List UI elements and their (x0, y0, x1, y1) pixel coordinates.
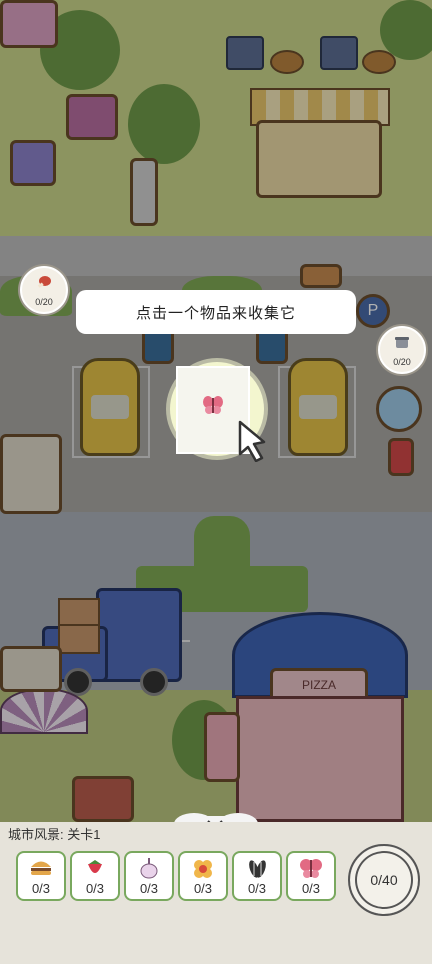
seed-icon (234, 856, 280, 880)
meat-icon (22, 273, 66, 296)
butterfly-icon (288, 856, 334, 880)
slot-count: 0/3 (193, 881, 213, 896)
collect-slot-burger[interactable]: 0/3 (16, 851, 66, 901)
collect-slot-seed[interactable]: 0/3 (232, 851, 282, 901)
tutorial-tooltip: 点击一个物品来收集它 (76, 290, 356, 334)
level-title: 城市风景: 关卡1 (8, 827, 101, 842)
slot-count: 0/3 (85, 881, 105, 896)
garlic-icon (126, 856, 172, 880)
slot-count: 0/3 (31, 881, 51, 896)
burger-icon (18, 856, 64, 880)
badge-progress: 0/20 (35, 297, 53, 307)
collect-slot-flower[interactable]: 0/3 (178, 851, 228, 901)
collect-slot-strawberry[interactable]: 0/3 (70, 851, 120, 901)
collect-slot-garlic[interactable]: 0/3 (124, 851, 174, 901)
flower-icon (180, 856, 226, 880)
game-scene[interactable]: P PIZZA 0/20 0/20 点击一个物品来收集它 (0, 0, 432, 822)
badge-progress: 0/20 (393, 357, 411, 367)
butterfly-icon[interactable] (202, 394, 224, 416)
slot-count: 0/3 (247, 881, 267, 896)
progress-badge-meat[interactable]: 0/20 (20, 266, 68, 314)
pointer-hand-icon (234, 418, 274, 463)
pot-icon (380, 333, 424, 356)
slot-count: 0/3 (139, 881, 159, 896)
slot-count: 0/3 (301, 881, 321, 896)
collect-slot-butterfly[interactable]: 0/3 (286, 851, 336, 901)
tooltip-text: 点击一个物品来收集它 (135, 304, 296, 322)
strawberry-icon (72, 856, 118, 880)
total-progress-counter: 0/40 (348, 844, 420, 916)
progress-badge-pot[interactable]: 0/20 (378, 326, 426, 374)
total-progress-text: 0/40 (370, 872, 398, 888)
